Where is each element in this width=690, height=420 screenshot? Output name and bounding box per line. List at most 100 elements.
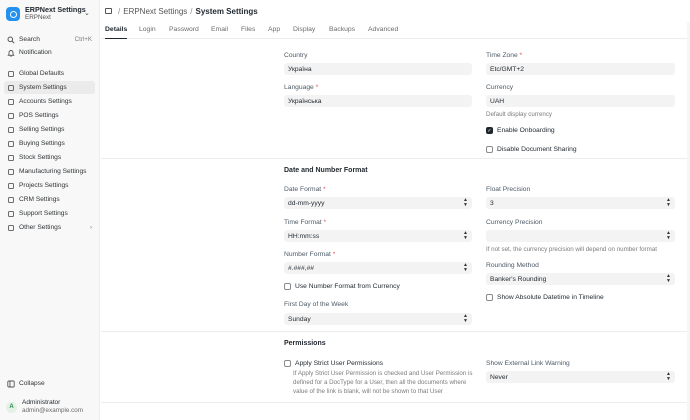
notification-button[interactable]: Notification <box>4 46 95 59</box>
disable-sharing-checkbox[interactable]: Disable Document Sharing <box>486 146 577 153</box>
collapse-icon <box>7 380 15 388</box>
checkbox-icon <box>284 360 291 367</box>
country-field[interactable]: Україна <box>284 63 472 75</box>
external-link-warning-select[interactable]: Never ▲ ▼ <box>486 371 675 383</box>
disable-sharing-label: Disable Document Sharing <box>497 146 577 153</box>
date-format-value: dd-mm-yyyy <box>288 199 325 207</box>
section-title-date-number: Date and Number Format <box>284 167 368 174</box>
chevron-down-icon[interactable]: ⌄ <box>84 9 90 17</box>
sidebar-item-selling-settings[interactable]: Selling Settings <box>4 123 95 136</box>
settings-icon <box>7 140 15 148</box>
desktop-icon[interactable] <box>105 8 112 14</box>
sidebar-item-global-defaults[interactable]: Global Defaults <box>4 67 95 80</box>
breadcrumb: / ERPNext Settings / System Settings <box>101 0 690 22</box>
tab-password[interactable]: Password <box>169 26 199 33</box>
search-button[interactable]: Search Ctrl+K <box>4 33 95 46</box>
currency-help: Default display currency <box>486 111 553 118</box>
language-value: Українська <box>288 97 322 105</box>
sidebar-item-label: POS Settings <box>19 112 59 119</box>
sidebar-item-pos-settings[interactable]: POS Settings <box>4 109 95 122</box>
show-absolute-datetime-checkbox[interactable]: Show Absolute Datetime in Timeline <box>486 294 604 301</box>
checkbox-icon <box>486 146 493 153</box>
sidebar-item-label: Projects Settings <box>19 182 69 189</box>
currency-precision-label: Currency Precision <box>486 219 543 226</box>
tab-advanced[interactable]: Advanced <box>368 26 398 33</box>
strict-permissions-label: Apply Strict User Permissions <box>295 360 384 367</box>
select-arrows-icon: ▲ ▼ <box>666 230 671 241</box>
settings-icon <box>7 112 15 120</box>
sidebar-item-stock-settings[interactable]: Stock Settings <box>4 151 95 164</box>
sidebar: ERPNext Settings ERPNext ⌄ Search Ctrl+K… <box>0 0 100 420</box>
first-day-select[interactable]: Sunday ▲ ▼ <box>284 313 472 325</box>
float-precision-value: 3 <box>490 199 494 207</box>
settings-icon <box>7 224 15 232</box>
active-tab-indicator <box>105 38 127 39</box>
country-label: Country <box>284 52 308 59</box>
sidebar-item-support-settings[interactable]: Support Settings <box>4 207 95 220</box>
sidebar-item-label: Stock Settings <box>19 154 62 161</box>
sidebar-item-buying-settings[interactable]: Buying Settings <box>4 137 95 150</box>
date-format-label: Date Format * <box>284 186 326 193</box>
section-title-permissions: Permissions <box>284 340 326 347</box>
sidebar-item-projects-settings[interactable]: Projects Settings <box>4 179 95 192</box>
show-absolute-datetime-label: Show Absolute Datetime in Timeline <box>497 294 604 301</box>
checkmark-icon: ✓ <box>486 127 493 134</box>
settings-icon <box>7 196 15 204</box>
search-label: Search <box>19 36 40 43</box>
use-number-format-checkbox[interactable]: Use Number Format from Currency <box>284 283 400 290</box>
tab-files[interactable]: Files <box>241 26 255 33</box>
time-format-select[interactable]: HH:mm:ss ▲ ▼ <box>284 230 472 242</box>
checkbox-icon <box>284 283 291 290</box>
brand-title: ERPNext Settings <box>25 5 86 14</box>
select-arrows-icon: ▲ ▼ <box>463 230 468 241</box>
section-divider <box>101 331 690 332</box>
currency-precision-help: If not set, the currency precision will … <box>486 246 657 253</box>
language-field[interactable]: Українська <box>284 95 472 107</box>
use-number-format-label: Use Number Format from Currency <box>295 283 400 290</box>
sidebar-item-label: Global Defaults <box>19 70 65 77</box>
sidebar-item-crm-settings[interactable]: CRM Settings <box>4 193 95 206</box>
avatar: A <box>6 401 17 413</box>
settings-icon <box>7 70 15 78</box>
external-link-warning-value: Never <box>490 373 508 381</box>
sidebar-item-label: Accounts Settings <box>19 98 72 105</box>
date-format-select[interactable]: dd-mm-yyyy ▲ ▼ <box>284 197 472 209</box>
breadcrumb-separator: / <box>118 6 121 16</box>
tab-display[interactable]: Display <box>293 26 315 33</box>
collapse-button[interactable]: Collapse <box>4 377 95 390</box>
sidebar-item-system-settings[interactable]: System Settings <box>4 81 95 94</box>
currency-field[interactable]: UAH <box>486 95 675 107</box>
user-menu[interactable]: A Administrator admin@example.com <box>6 399 83 415</box>
sidebar-item-other-settings[interactable]: Other Settings › <box>4 221 95 234</box>
enable-onboarding-checkbox[interactable]: ✓ Enable Onboarding <box>486 127 555 134</box>
tab-backups[interactable]: Backups <box>329 26 355 33</box>
tab-details[interactable]: Details <box>105 26 127 33</box>
settings-icon <box>7 182 15 190</box>
number-format-select[interactable]: #.###,## ▲ ▼ <box>284 262 472 274</box>
brand-subtitle: ERPNext <box>25 14 51 21</box>
select-arrows-icon: ▲ ▼ <box>666 273 671 284</box>
currency-precision-select[interactable]: ▲ ▼ <box>486 230 675 242</box>
external-link-warning-label: Show External Link Warning <box>486 360 570 367</box>
user-email: admin@example.com <box>22 407 83 414</box>
checkbox-icon <box>486 294 493 301</box>
tab-login[interactable]: Login <box>139 26 156 33</box>
timezone-field[interactable]: Etc/GMT+2 <box>486 63 675 75</box>
sidebar-item-manufacturing-settings[interactable]: Manufacturing Settings <box>4 165 95 178</box>
search-shortcut: Ctrl+K <box>74 36 92 43</box>
sidebar-item-accounts-settings[interactable]: Accounts Settings <box>4 95 95 108</box>
brand-switcher[interactable]: ERPNext Settings ERPNext <box>6 6 86 22</box>
sidebar-item-label: Selling Settings <box>19 126 65 133</box>
float-precision-select[interactable]: 3 ▲ ▼ <box>486 197 675 209</box>
settings-icon <box>7 126 15 134</box>
timezone-label: Time Zone * <box>486 52 523 59</box>
strict-permissions-checkbox[interactable]: Apply Strict User Permissions <box>284 360 383 367</box>
select-arrows-icon: ▲ ▼ <box>666 371 671 382</box>
tab-email[interactable]: Email <box>211 26 228 33</box>
number-format-value: #.###,## <box>288 264 315 272</box>
chevron-right-icon: › <box>90 224 92 231</box>
rounding-method-select[interactable]: Banker's Rounding ▲ ▼ <box>486 273 675 285</box>
tab-app[interactable]: App <box>268 26 280 33</box>
first-day-label: First Day of the Week <box>284 301 349 308</box>
breadcrumb-parent[interactable]: ERPNext Settings <box>123 7 187 16</box>
